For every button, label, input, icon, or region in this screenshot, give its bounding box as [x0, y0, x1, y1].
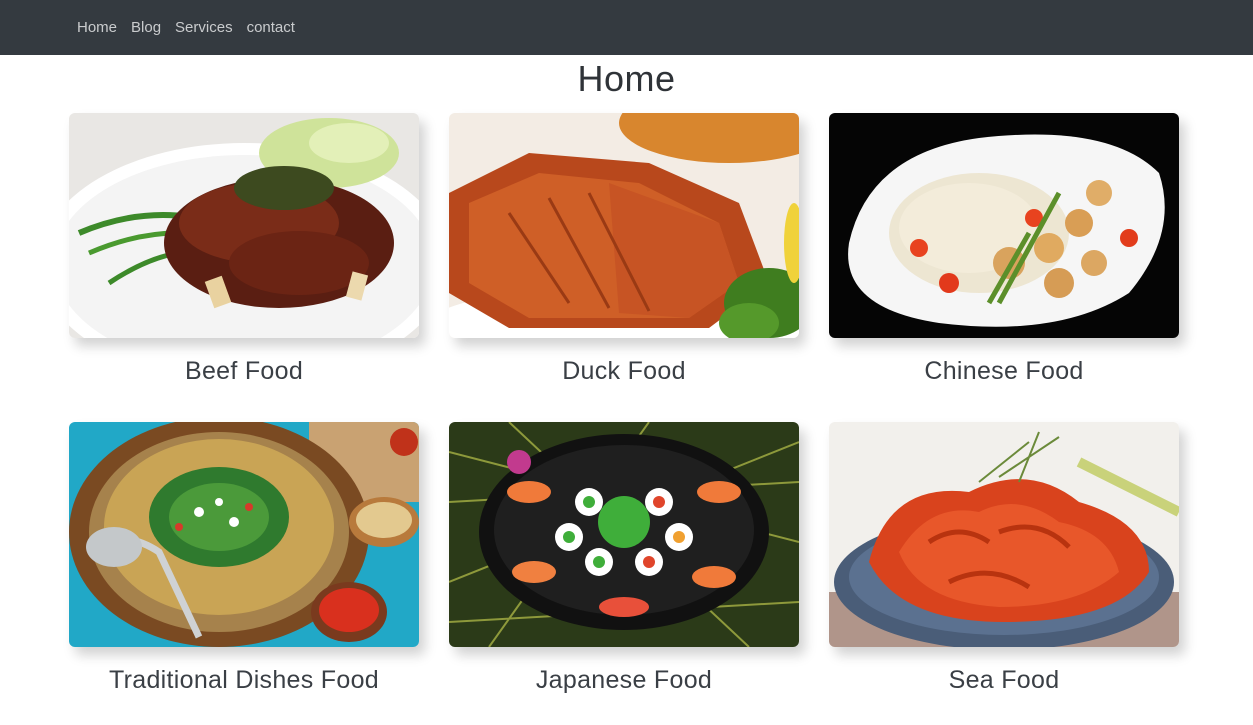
sushi-platter-photo	[449, 422, 799, 647]
beef-dish-photo	[69, 113, 419, 338]
sea-food-image[interactable]	[829, 422, 1179, 647]
page-title: Home	[577, 58, 676, 99]
duck-food-caption: Duck Food	[562, 357, 686, 385]
nav-contact-link[interactable]: contact	[240, 19, 302, 36]
nav-blog-link[interactable]: Blog	[124, 19, 168, 36]
traditional-food-image[interactable]	[69, 422, 419, 647]
beef-food-caption: Beef Food	[184, 357, 304, 385]
japanese-food-image[interactable]	[449, 422, 799, 647]
beef-food-image[interactable]	[69, 113, 419, 338]
duck-food-image[interactable]	[449, 113, 799, 338]
food-card-chinese[interactable]: Chinese Food	[829, 113, 1179, 386]
chinese-food-image[interactable]	[829, 113, 1179, 338]
scallops-rice-photo	[829, 113, 1179, 338]
japanese-food-caption: Japanese Food	[535, 666, 713, 694]
pasta-bowl-photo	[69, 422, 419, 647]
chinese-food-caption: Chinese Food	[924, 357, 1084, 385]
food-card-duck[interactable]: Duck Food	[449, 113, 799, 386]
traditional-food-caption: Traditional Dishes Food	[109, 666, 379, 694]
food-card-traditional[interactable]: Traditional Dishes Food	[69, 422, 419, 695]
shrimp-plate-photo	[829, 422, 1179, 647]
nav-services-link[interactable]: Services	[168, 19, 240, 36]
food-card-sea[interactable]: Sea Food	[829, 422, 1179, 695]
roast-duck-photo	[449, 113, 799, 338]
top-navbar: Home Blog Services contact	[0, 0, 1253, 55]
food-card-beef[interactable]: Beef Food	[69, 113, 419, 386]
sea-food-caption: Sea Food	[948, 666, 1060, 694]
food-card-japanese[interactable]: Japanese Food	[449, 422, 799, 695]
nav-home-link[interactable]: Home	[70, 19, 124, 36]
